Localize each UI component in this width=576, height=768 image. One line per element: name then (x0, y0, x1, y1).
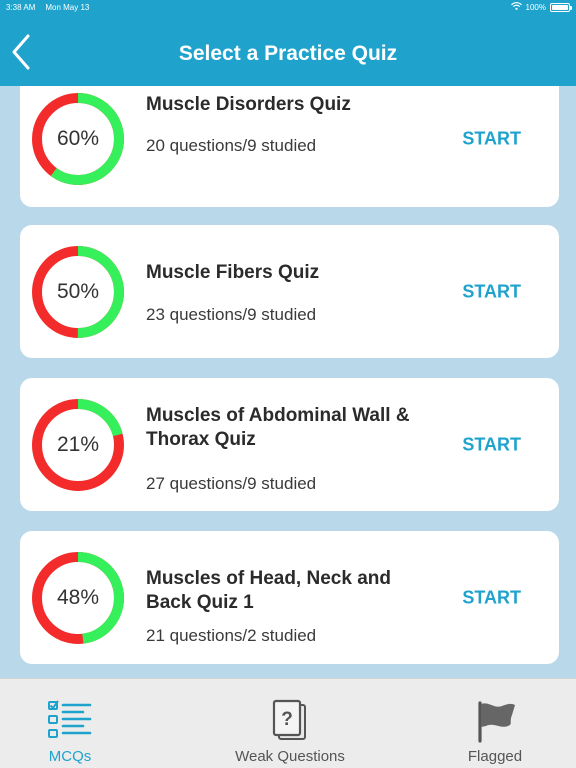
checklist-icon (48, 700, 92, 738)
tab-label: Flagged (467, 748, 523, 765)
progress-percent: 50% (56, 279, 100, 303)
progress-percent: 60% (56, 126, 100, 150)
start-button[interactable]: START (462, 281, 521, 302)
tab-weak-questions[interactable]: ? Weak Questions (205, 679, 375, 768)
start-button[interactable]: START (462, 434, 521, 455)
question-cards-icon: ? (272, 699, 306, 740)
quiz-title: Muscles of Head, Neck and Back Quiz 1 (146, 568, 391, 613)
status-time: 3:38 AM (6, 2, 36, 12)
quiz-card-head-neck-back[interactable]: 48% Muscles of Head, Neck and Back Quiz … (20, 531, 559, 664)
start-button[interactable]: START (462, 587, 521, 608)
start-button[interactable]: START (462, 128, 521, 149)
tab-flagged[interactable]: Flagged (436, 679, 554, 768)
battery-icon (550, 2, 572, 12)
status-date: Mon May 13 (45, 2, 90, 12)
svg-text:?: ? (281, 709, 293, 730)
progress-percent: 21% (56, 432, 100, 456)
tab-bar: MCQs ? Weak Questions Flagged (0, 678, 576, 768)
quiz-title: Muscle Fibers Quiz (146, 262, 320, 283)
quiz-list[interactable]: 60% Muscle Disorders Quiz 20 questions/9… (0, 86, 576, 678)
progress-percent: 48% (56, 585, 100, 609)
quiz-card-abdominal-wall-thorax[interactable]: 21% Muscles of Abdominal Wall & Thorax Q… (20, 378, 559, 511)
wifi-icon (510, 2, 522, 12)
flag-icon (478, 701, 515, 743)
quiz-title: Muscles of Abdominal Wall & Thorax Quiz (146, 405, 410, 450)
quiz-progress-text: 20 questions/9 studied (146, 136, 317, 155)
navigation-bar: Select a Practice Quiz (0, 14, 576, 86)
quiz-card-muscle-fibers[interactable]: 50% Muscle Fibers Quiz 23 questions/9 st… (20, 225, 559, 358)
quiz-progress-text: 27 questions/9 studied (146, 474, 317, 493)
tab-label: MCQs (48, 748, 92, 765)
quiz-progress-text: 23 questions/9 studied (146, 305, 317, 324)
quiz-card-muscle-disorders[interactable]: 60% Muscle Disorders Quiz 20 questions/9… (20, 86, 559, 207)
page-title: Select a Practice Quiz (178, 42, 398, 65)
battery-percent: 100% (525, 2, 546, 12)
tab-mcqs[interactable]: MCQs (0, 679, 140, 768)
quiz-title: Muscle Disorders Quiz (146, 94, 351, 115)
quiz-progress-text: 21 questions/2 studied (146, 626, 317, 645)
status-bar: 3:38 AM Mon May 13 100% (0, 0, 576, 14)
tab-label: Weak Questions (235, 748, 345, 765)
